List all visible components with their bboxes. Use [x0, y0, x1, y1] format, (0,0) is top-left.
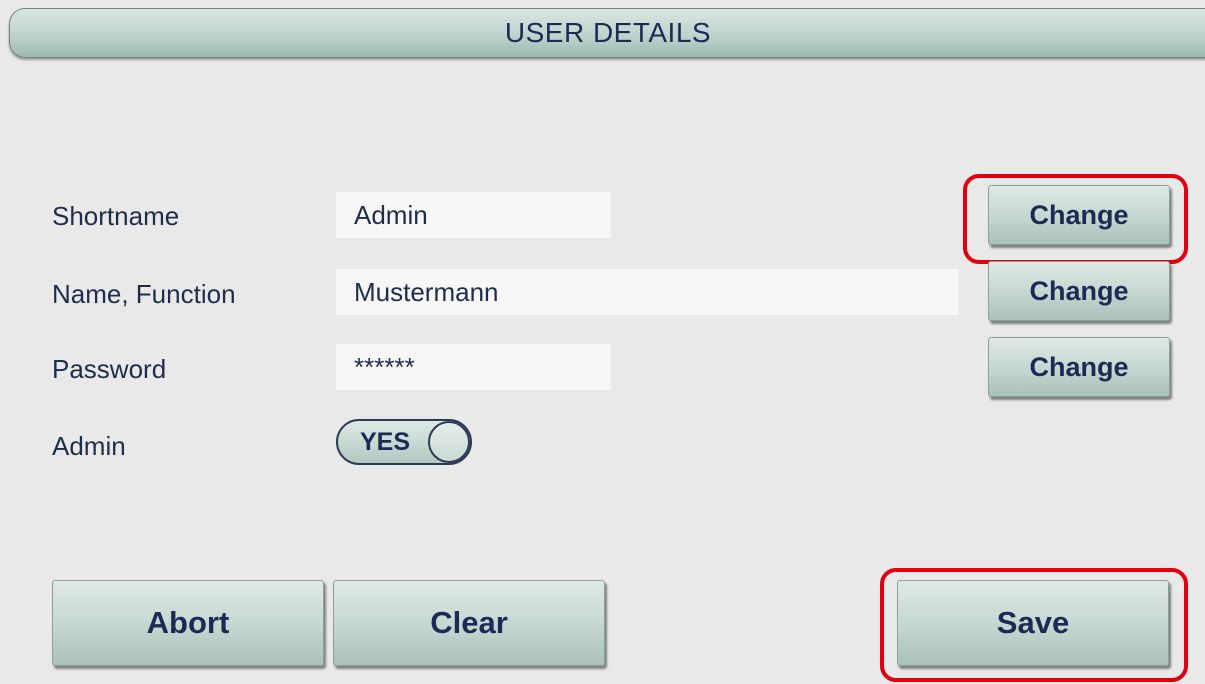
save-button[interactable]: Save	[897, 580, 1169, 666]
change-password-button[interactable]: Change	[988, 337, 1170, 397]
page-title: USER DETAILS	[9, 8, 1205, 58]
admin-toggle-text: YES	[360, 428, 411, 456]
shortname-label: Shortname	[52, 201, 180, 231]
abort-button[interactable]: Abort	[52, 580, 324, 666]
shortname-field[interactable]: Admin	[336, 192, 611, 238]
name-function-field[interactable]: Mustermann	[336, 269, 959, 315]
user-details-panel: USER DETAILS Shortname Admin Change Name…	[0, 0, 1205, 684]
admin-toggle[interactable]: YES	[336, 419, 472, 465]
name-function-label: Name, Function	[52, 279, 236, 309]
password-label: Password	[52, 354, 167, 384]
change-shortname-button[interactable]: Change	[988, 185, 1170, 245]
admin-label: Admin	[52, 431, 126, 461]
change-name-button[interactable]: Change	[988, 261, 1170, 321]
password-field[interactable]: ******	[336, 344, 611, 390]
toggle-knob-icon	[428, 421, 470, 463]
clear-button[interactable]: Clear	[333, 580, 605, 666]
